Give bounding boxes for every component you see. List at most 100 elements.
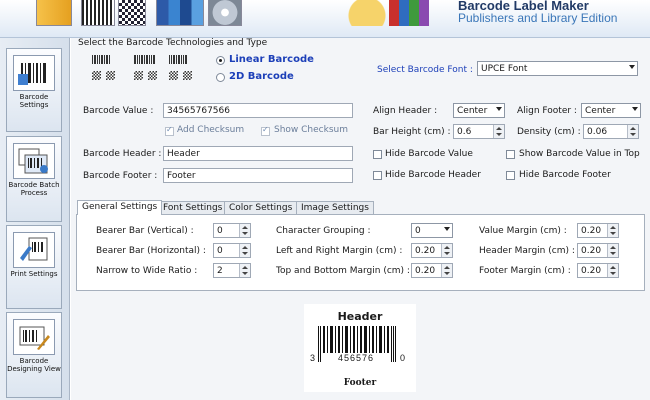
hide-barcode-value-checkbox[interactable] [373, 150, 382, 159]
spinner-arrows[interactable] [239, 264, 250, 277]
app-subtitle: Publishers and Library Edition [458, 11, 618, 25]
barcode-header-label: Barcode Header : [83, 149, 162, 159]
linear-barcode-label[interactable]: Linear Barcode [229, 54, 314, 65]
density-label: Density (cm) : [517, 127, 581, 137]
sidebar-item-batch-process[interactable]: Barcode Batch Process [6, 136, 62, 222]
2d-barcode-label[interactable]: 2D Barcode [229, 71, 294, 82]
add-checksum-label[interactable]: Add Checksum [177, 125, 244, 135]
batch-process-icon [13, 143, 55, 179]
preview-footer-text: Footer [343, 378, 377, 388]
top-bottom-margin-input[interactable]: 0.20 [411, 263, 453, 278]
narrow-wide-ratio-input[interactable]: 2 [213, 263, 251, 278]
align-header-label: Align Header : [373, 106, 438, 116]
tab-color-settings[interactable]: Color Settings [224, 201, 298, 215]
character-grouping-label: Character Grouping : [276, 226, 371, 236]
barcode-preview: Header 3 456576 0 Footer [304, 304, 416, 392]
barcode-type-thumbnail[interactable] [134, 55, 155, 64]
qr-type-thumbnail[interactable] [134, 71, 157, 80]
designing-view-icon [13, 319, 55, 355]
footer-margin-input[interactable]: 0.20 [577, 263, 619, 278]
sidebar-item-print-settings[interactable]: Print Settings [6, 225, 62, 309]
barcode-type-thumbnail[interactable] [92, 55, 110, 64]
character-grouping-select[interactable]: 0 [411, 223, 453, 238]
barcode-value-input[interactable]: 34565767566 [163, 103, 353, 118]
value-margin-label: Value Margin (cm) : [479, 226, 567, 236]
spinner-arrows[interactable] [607, 264, 618, 277]
sidebar: Barcode Settings Barcode Batch Process P… [0, 38, 70, 400]
tab-general-settings[interactable]: General Settings [77, 200, 163, 215]
sidebar-item-label: Barcode Designing View [7, 357, 61, 373]
align-footer-label: Align Footer : [517, 106, 577, 116]
print-settings-icon [13, 232, 55, 268]
qr-type-thumbnail[interactable] [169, 71, 192, 80]
header-margin-input[interactable]: 0.20 [577, 243, 619, 258]
show-value-top-label[interactable]: Show Barcode Value in Top [519, 149, 640, 159]
qr-code-icon [118, 0, 146, 26]
hide-barcode-header-checkbox[interactable] [373, 171, 382, 180]
preview-header-text: Header [337, 310, 383, 323]
bar-height-label: Bar Height (cm) : [373, 127, 451, 137]
hide-barcode-footer-label[interactable]: Hide Barcode Footer [519, 170, 611, 180]
left-right-margin-label: Left and Right Margin (cm) : [276, 246, 403, 256]
align-footer-select[interactable]: Center [581, 103, 641, 118]
hide-barcode-footer-checkbox[interactable] [506, 171, 515, 180]
show-checksum-label[interactable]: Show Checksum [274, 125, 348, 135]
tab-image-settings[interactable]: Image Settings [296, 201, 374, 215]
barcode-box-icon [36, 0, 72, 26]
sidebar-item-label: Print Settings [10, 270, 58, 278]
spinner-arrows[interactable] [239, 244, 250, 257]
technology-section-title: Select the Barcode Technologies and Type [78, 38, 268, 48]
header-margin-label: Header Margin (cm) : [479, 246, 575, 256]
barcode-card-icon [81, 0, 115, 26]
cd-books-logo-icon [347, 0, 447, 26]
spinner-arrows[interactable] [607, 244, 618, 257]
barcode-type-thumbnail[interactable] [169, 55, 187, 64]
books-icon [156, 0, 204, 26]
value-margin-input[interactable]: 0.20 [577, 223, 619, 238]
preview-middle-digits: 456576 [338, 353, 375, 363]
spinner-arrows[interactable] [239, 224, 250, 237]
barcode-settings-icon [13, 55, 55, 91]
spinner-arrows[interactable] [441, 244, 452, 257]
sidebar-item-barcode-settings[interactable]: Barcode Settings [6, 48, 62, 132]
sidebar-item-designing-view[interactable]: Barcode Designing View [6, 312, 62, 398]
top-bottom-margin-label: Top and Bottom Margin (cm) : [276, 266, 410, 276]
preview-right-digit: 0 [400, 353, 406, 363]
sidebar-item-label: Barcode Batch Process [8, 181, 60, 197]
show-checksum-checkbox[interactable] [261, 125, 270, 136]
qr-type-thumbnail[interactable] [92, 71, 115, 80]
align-header-select[interactable]: Center [453, 103, 505, 118]
sidebar-item-label: Barcode Settings [19, 93, 49, 109]
general-settings-panel: Bearer Bar (Vertical) : 0 Bearer Bar (Ho… [76, 214, 645, 291]
bearer-horizontal-input[interactable]: 0 [213, 243, 251, 258]
narrow-wide-ratio-label: Narrow to Wide Ratio : [96, 266, 198, 276]
tab-font-settings[interactable]: Font Settings [158, 201, 228, 215]
bearer-vertical-label: Bearer Bar (Vertical) : [96, 226, 194, 236]
main-panel: Select the Barcode Technologies and Type… [71, 38, 650, 400]
hide-barcode-value-label[interactable]: Hide Barcode Value [385, 149, 473, 159]
spinner-arrows[interactable] [627, 125, 638, 138]
app-header: Barcode Label Maker Publishers and Libra… [0, 0, 650, 38]
barcode-header-input[interactable]: Header [163, 146, 353, 161]
barcode-font-select[interactable]: UPCE Font [477, 61, 638, 76]
disc-icon [208, 0, 242, 26]
linear-barcode-radio[interactable] [216, 56, 225, 65]
density-input[interactable]: 0.06 [583, 124, 639, 139]
barcode-value-label: Barcode Value : [83, 106, 154, 116]
spinner-arrows[interactable] [493, 125, 504, 138]
bar-height-input[interactable]: 0.6 [453, 124, 505, 139]
2d-barcode-radio[interactable] [216, 73, 225, 82]
show-value-top-checkbox[interactable] [506, 150, 515, 159]
add-checksum-checkbox[interactable] [165, 125, 174, 136]
bearer-vertical-input[interactable]: 0 [213, 223, 251, 238]
spinner-arrows[interactable] [441, 264, 452, 277]
left-right-margin-input[interactable]: 0.20 [411, 243, 453, 258]
preview-left-digit: 3 [310, 353, 316, 363]
barcode-footer-input[interactable]: Footer [163, 168, 353, 183]
barcode-font-label: Select Barcode Font : [377, 65, 473, 75]
spinner-arrows[interactable] [607, 224, 618, 237]
hide-barcode-header-label[interactable]: Hide Barcode Header [385, 170, 481, 180]
footer-margin-label: Footer Margin (cm) : [479, 266, 571, 276]
bearer-horizontal-label: Bearer Bar (Horizontal) : [96, 246, 206, 256]
barcode-footer-label: Barcode Footer : [83, 171, 158, 181]
